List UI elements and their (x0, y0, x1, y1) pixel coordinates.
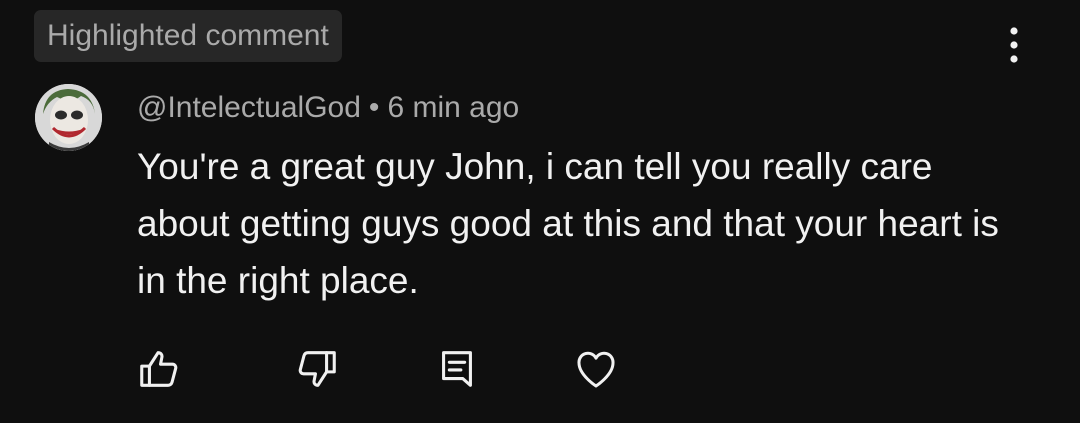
highlighted-comment-label: Highlighted comment (47, 19, 329, 52)
thumb-up-icon (140, 351, 178, 387)
like-button[interactable] (134, 344, 184, 394)
joker-avatar-icon (35, 84, 102, 151)
heart-button[interactable] (571, 344, 621, 394)
highlighted-comment-badge: Highlighted comment (34, 10, 342, 62)
meta-separator: • (368, 91, 380, 124)
thumb-down-icon (298, 351, 336, 387)
reply-button[interactable] (432, 344, 482, 394)
author-avatar[interactable] (35, 84, 102, 151)
heart-icon (577, 351, 615, 388)
more-vertical-icon (1010, 27, 1018, 63)
comment-meta: @IntelectualGod • 6 min ago (137, 86, 519, 130)
more-options-button[interactable] (994, 22, 1034, 68)
comment-timestamp[interactable]: 6 min ago (387, 91, 519, 125)
comment-author[interactable]: @IntelectualGod (137, 91, 361, 125)
comment-body: You're a great guy John, i can tell you … (137, 146, 1010, 301)
reply-comment-icon (442, 351, 472, 387)
dislike-button[interactable] (292, 344, 342, 394)
